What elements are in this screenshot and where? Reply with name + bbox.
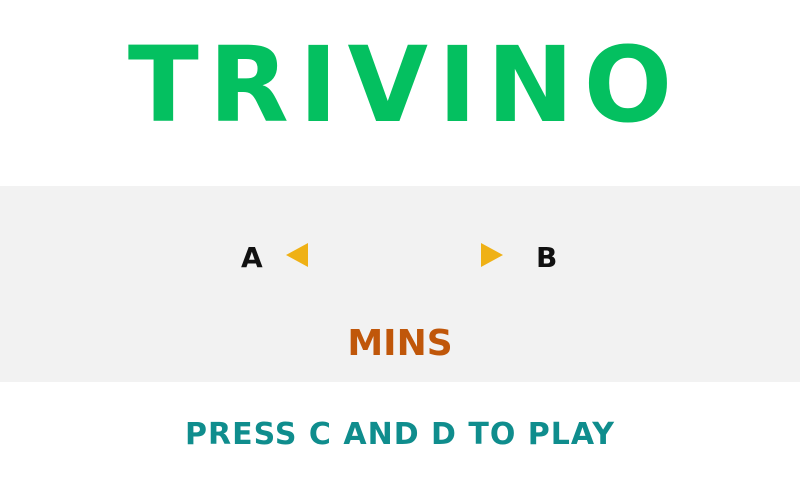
game-screen: TRIVINO A B MINS PRESS C AND D TO PLAY: [0, 0, 800, 480]
duration-selector-panel: A B MINS: [0, 186, 800, 382]
duration-unit-label: MINS: [347, 323, 453, 364]
game-title: TRIVINO: [127, 24, 683, 146]
triangle-right-icon[interactable]: [481, 243, 503, 267]
play-prompt: PRESS C AND D TO PLAY: [185, 417, 615, 452]
key-a-label: A: [241, 241, 263, 274]
triangle-left-icon[interactable]: [286, 243, 308, 267]
key-b-label: B: [536, 241, 558, 274]
